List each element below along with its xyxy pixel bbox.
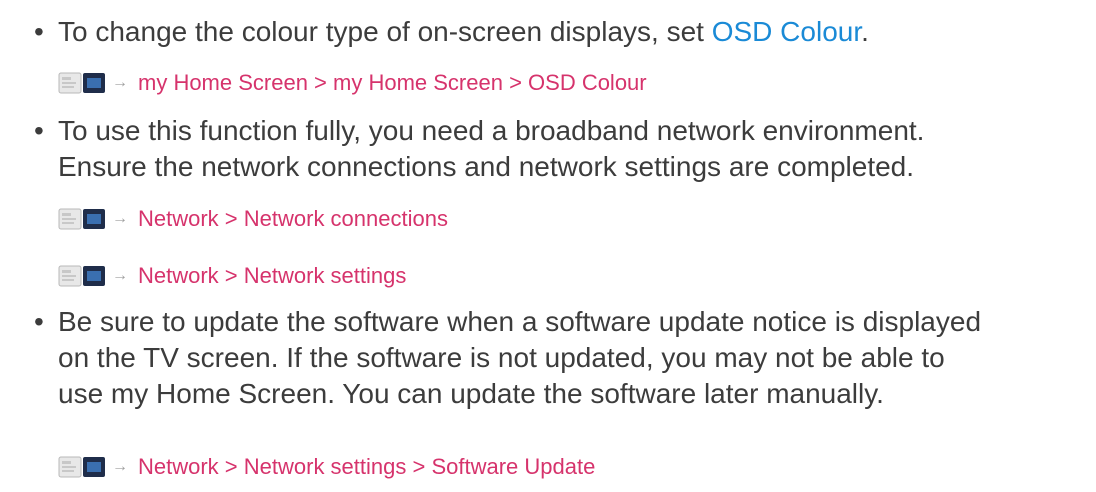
arrow-right-icon: →: [112, 210, 128, 227]
item-text: To change the colour type of on-screen d…: [58, 14, 1086, 50]
item-text-line: on the TV screen. If the software is not…: [58, 342, 945, 373]
item-text-line: Ensure the network connections and netwo…: [58, 151, 915, 182]
osd-colour-link[interactable]: OSD Colour: [712, 16, 861, 47]
ehelp-book-icon: [58, 265, 105, 287]
ehelp-book-icon: [58, 456, 105, 478]
reference-path[interactable]: Network > Network settings > Software Up…: [138, 454, 595, 480]
reference-link[interactable]: → Network > Network settings: [58, 263, 406, 289]
bullet: •: [34, 306, 44, 337]
item-text-line: To use this function fully, you need a b…: [58, 115, 925, 146]
reference-link[interactable]: → Network > Network connections: [58, 206, 448, 232]
bullet: •: [34, 115, 44, 146]
list-item: • Be sure to update the software when a …: [34, 304, 1086, 412]
item-text-line: .: [861, 16, 869, 47]
reference-path[interactable]: Network > Network settings: [138, 263, 406, 289]
item-text-line: To change the colour type of on-screen d…: [58, 16, 712, 47]
bullet: •: [34, 16, 44, 47]
reference-path[interactable]: my Home Screen > my Home Screen > OSD Co…: [138, 70, 647, 96]
arrow-right-icon: →: [112, 74, 128, 91]
help-page: • To change the colour type of on-screen…: [0, 0, 1096, 492]
ehelp-book-icon: [58, 208, 105, 230]
ehelp-book-icon: [58, 72, 105, 94]
arrow-right-icon: →: [112, 267, 128, 284]
item-text-line: use my Home Screen. You can update the s…: [58, 378, 884, 409]
list-item: • To use this function fully, you need a…: [34, 113, 1086, 185]
arrow-right-icon: →: [112, 458, 128, 475]
list-item: • To change the colour type of on-screen…: [34, 14, 1086, 50]
reference-path[interactable]: Network > Network connections: [138, 206, 448, 232]
item-text-line: Be sure to update the software when a so…: [58, 306, 982, 337]
reference-link[interactable]: → my Home Screen > my Home Screen > OSD …: [58, 70, 647, 96]
reference-link[interactable]: → Network > Network settings > Software …: [58, 454, 595, 480]
